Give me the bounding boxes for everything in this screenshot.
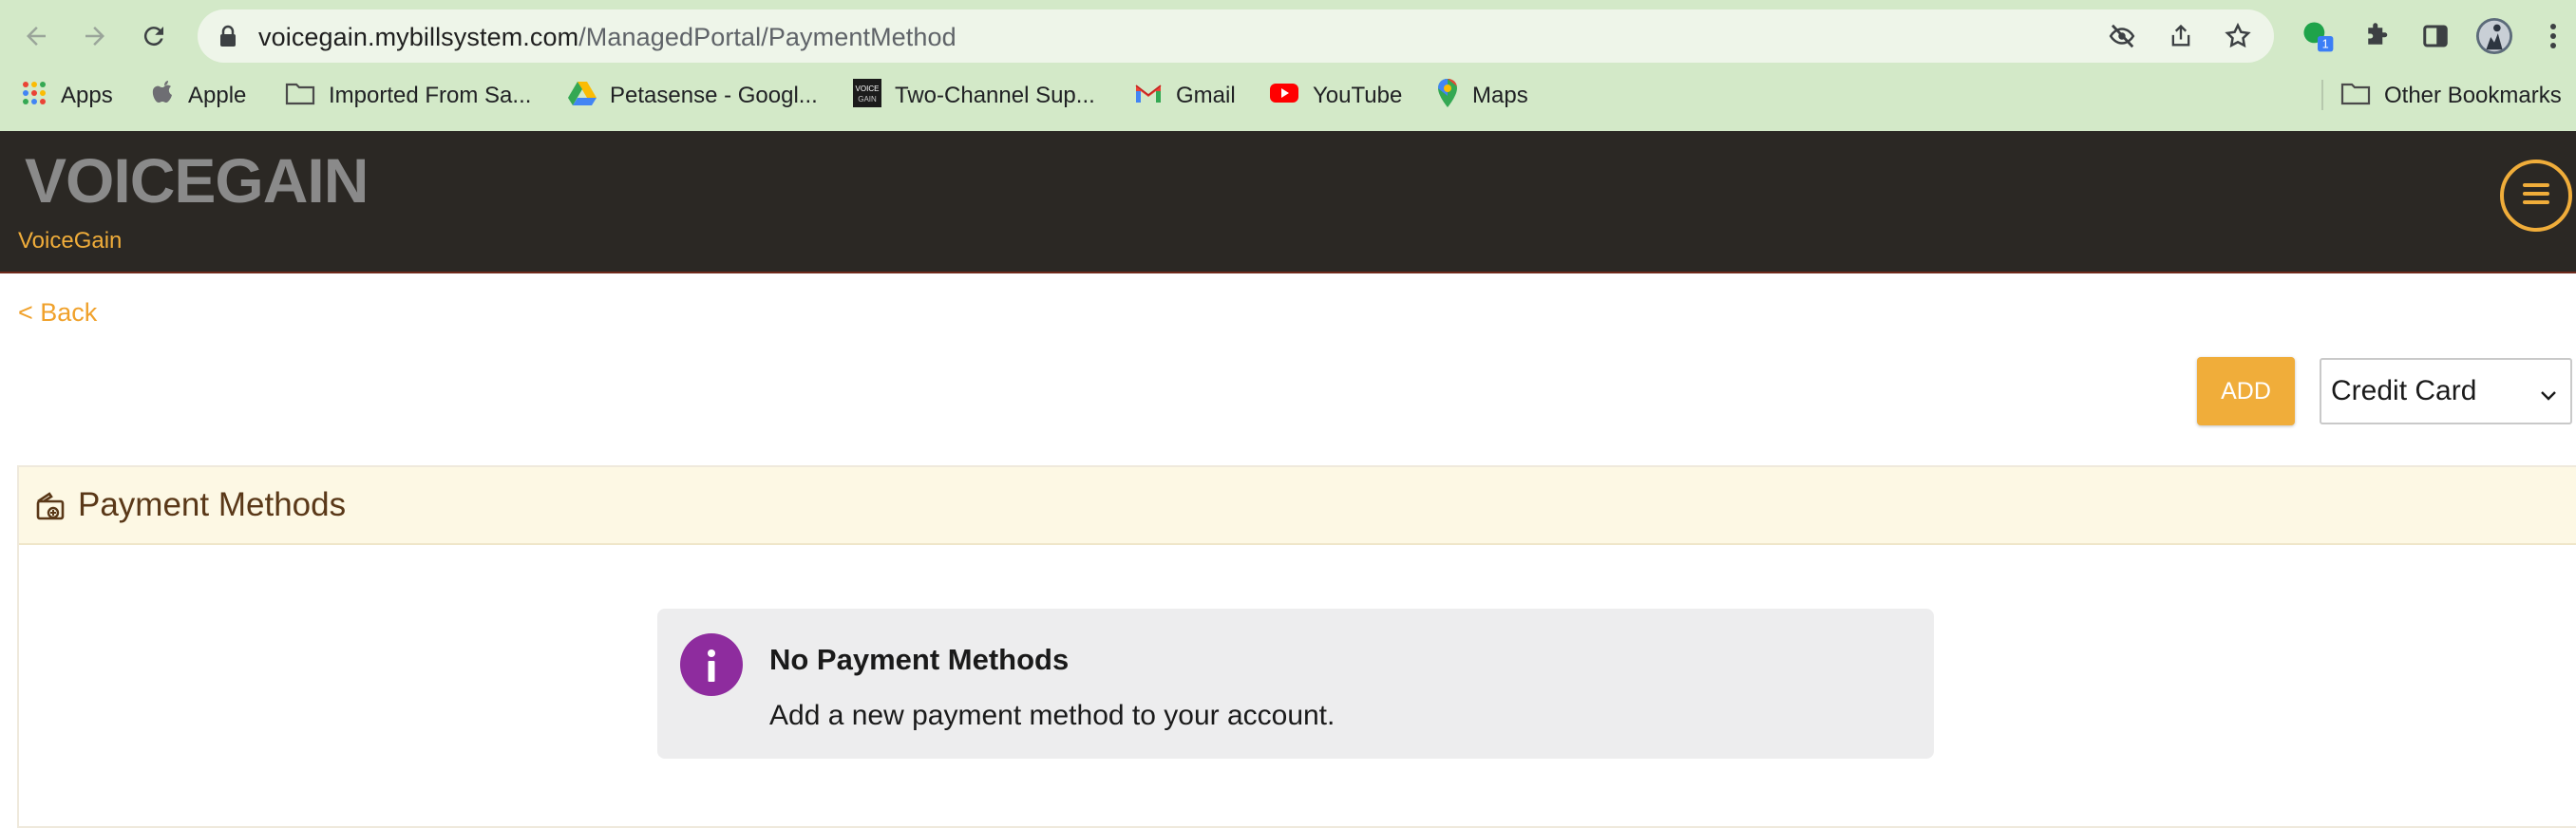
browser-toolbar: voicegain.mybillsystem.com/ManagedPortal… [0, 0, 2576, 131]
bookmark-label: Imported From Sa... [329, 83, 532, 108]
apps-grid-icon [21, 80, 47, 113]
bookmark-petasense[interactable]: Petasense - Googl... [568, 80, 818, 112]
payment-type-value: Credit Card [2331, 375, 2477, 406]
bookmark-label: Apps [61, 83, 113, 108]
address-bar[interactable]: voicegain.mybillsystem.com/ManagedPortal… [198, 9, 2274, 63]
bookmark-label: Gmail [1176, 83, 1236, 108]
add-button[interactable]: ADD [2197, 357, 2295, 425]
bookmark-label: Two-Channel Sup... [895, 83, 1095, 108]
panel-header: Payment Methods [19, 467, 2576, 545]
folder-icon [2340, 81, 2371, 112]
bookmark-maps[interactable]: Maps [1436, 78, 1528, 115]
chevron-down-icon [2538, 381, 2559, 413]
google-drive-icon [568, 81, 597, 112]
brand-name: VoiceGain [18, 228, 123, 254]
voicegain-favicon: VOICE GAIN [853, 78, 881, 114]
empty-state-alert: No Payment Methods Add a new payment met… [657, 609, 1934, 759]
forward-arrow-icon[interactable] [76, 17, 114, 55]
bookmarks-bar: Apps Apple Imported From Sa... Petasense… [0, 74, 2576, 116]
folder-icon [285, 81, 315, 112]
voicegain-logo[interactable]: VOICEGAIN [25, 145, 490, 216]
bookmark-label: Maps [1472, 83, 1528, 108]
svg-text:GAIN: GAIN [858, 95, 877, 104]
app-header: VOICEGAIN VoiceGain [0, 131, 2576, 273]
apple-icon [152, 80, 175, 113]
logo-text: VOICEGAIN [25, 150, 368, 209]
hamburger-icon [2521, 181, 2551, 211]
gmail-icon [1134, 82, 1163, 111]
extensions-puzzle-icon[interactable] [2358, 17, 2396, 55]
bookmark-apps[interactable]: Apps [21, 80, 113, 112]
other-bookmarks-label: Other Bookmarks [2384, 83, 2562, 108]
bookmark-gmail[interactable]: Gmail [1134, 80, 1236, 112]
bookmarks-divider [2321, 80, 2323, 110]
bookmark-label: YouTube [1313, 83, 1403, 108]
bookmark-other[interactable]: Other Bookmarks [2340, 80, 2562, 112]
bookmark-apple[interactable]: Apple [152, 80, 246, 112]
svg-text:VOICE: VOICE [856, 85, 880, 93]
url-text[interactable]: voicegain.mybillsystem.com/ManagedPortal… [258, 23, 957, 52]
payment-type-select[interactable]: Credit Card [2320, 358, 2572, 424]
eye-slash-icon[interactable] [2105, 19, 2139, 53]
browser-menu-icon[interactable] [2534, 17, 2572, 55]
bookmark-star-icon[interactable] [2221, 19, 2255, 53]
back-arrow-icon[interactable] [17, 17, 55, 55]
share-icon[interactable] [2164, 19, 2198, 53]
empty-state-message: Add a new payment method to your account… [769, 700, 1335, 731]
reload-icon[interactable] [135, 17, 173, 55]
wallet-icon [34, 488, 68, 522]
bookmark-label: Apple [188, 83, 247, 108]
extension-status-icon[interactable]: 1 [2299, 17, 2337, 55]
youtube-icon [1269, 82, 1299, 111]
back-link[interactable]: < Back [18, 298, 97, 328]
extension-badge-count: 1 [2322, 37, 2329, 51]
bookmark-label: Petasense - Googl... [610, 83, 818, 108]
info-icon [680, 633, 743, 696]
empty-state-title: No Payment Methods [769, 643, 1070, 676]
bookmark-two-channel[interactable]: VOICE GAIN Two-Channel Sup... [853, 78, 1095, 114]
hamburger-menu-button[interactable] [2500, 160, 2572, 232]
panel-title: Payment Methods [78, 486, 347, 523]
maps-icon [1436, 78, 1459, 115]
lock-icon[interactable] [211, 19, 245, 53]
profile-avatar[interactable] [2475, 17, 2513, 55]
bookmark-imported[interactable]: Imported From Sa... [285, 80, 531, 112]
bookmark-youtube[interactable]: YouTube [1269, 80, 1402, 112]
side-panel-icon[interactable] [2416, 17, 2454, 55]
